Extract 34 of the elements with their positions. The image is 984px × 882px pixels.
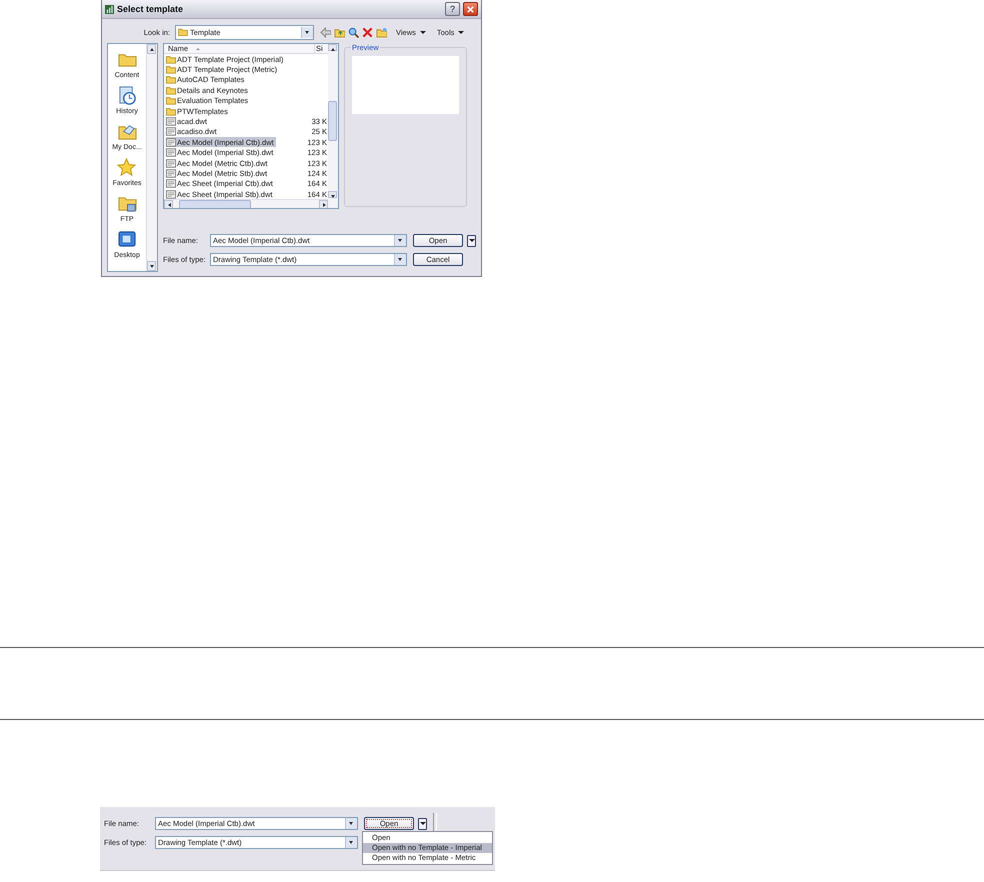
window-title: Select template [117, 4, 184, 14]
file-icon [166, 148, 176, 158]
file-icon [166, 158, 176, 168]
star-icon [117, 158, 136, 177]
close-icon [466, 4, 475, 14]
split-arrow-button[interactable] [418, 818, 427, 830]
desktop-icon [118, 230, 136, 249]
scrollbar[interactable] [328, 44, 338, 208]
caret-icon [468, 239, 474, 242]
scrollbar[interactable] [146, 44, 157, 271]
app-icon [105, 4, 114, 14]
new-folder-icon [376, 26, 387, 38]
folder-icon [178, 28, 188, 36]
caret-icon [420, 822, 426, 825]
toolbar-button[interactable] [320, 26, 332, 38]
back-arrow-icon [320, 26, 331, 38]
delete-icon [362, 26, 373, 38]
caret-icon [420, 30, 426, 34]
help-button[interactable]: ? [445, 2, 460, 16]
clock-icon [118, 86, 136, 105]
toolbar-button[interactable] [362, 26, 374, 38]
file-icon [166, 127, 176, 136]
search-icon [348, 26, 359, 38]
file-icon [166, 138, 176, 147]
file-icon [166, 117, 176, 126]
toolbar-button[interactable] [348, 26, 360, 38]
file-icon [166, 190, 176, 199]
close-button[interactable] [463, 2, 478, 16]
file-icon [166, 168, 176, 178]
split-arrow-button[interactable] [467, 234, 476, 246]
folder-up-icon [334, 26, 345, 38]
horizontal-scrollbar[interactable] [164, 199, 328, 208]
file-icon [166, 179, 176, 188]
caret-icon [458, 30, 464, 34]
